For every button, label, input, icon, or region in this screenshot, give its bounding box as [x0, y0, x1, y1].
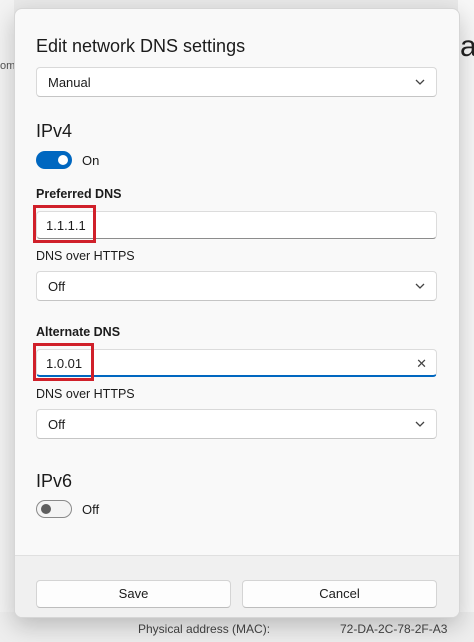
preferred-doh-label: DNS over HTTPS	[36, 249, 135, 263]
dns-mode-value: Manual	[48, 75, 91, 90]
ipv6-heading: IPv6	[36, 471, 73, 491]
chevron-down-icon	[415, 79, 425, 85]
save-button[interactable]: Save	[36, 580, 231, 608]
ipv4-toggle[interactable]	[36, 151, 72, 169]
background-window-left: om	[0, 0, 16, 642]
preferred-dns-label: Preferred DNS	[36, 187, 122, 201]
background-mac-value: 72-DA-2C-78-2F-A3	[340, 622, 448, 636]
chevron-down-icon	[415, 283, 425, 289]
chevron-down-icon	[415, 421, 425, 427]
cancel-button[interactable]: Cancel	[242, 580, 437, 608]
highlight-box-preferred	[33, 205, 96, 243]
dialog-footer: Save Cancel	[15, 555, 459, 617]
alternate-doh-value: Off	[48, 417, 66, 432]
alternate-doh-dropdown[interactable]: Off	[36, 409, 437, 439]
ipv6-toggle-label: Off	[82, 502, 100, 517]
ipv4-heading: IPv4	[36, 121, 73, 141]
preferred-dns-input[interactable]: 1.1.1.1	[36, 211, 437, 239]
preferred-doh-value: Off	[48, 279, 66, 294]
alternate-dns-input[interactable]: 1.0.01 ✕	[36, 349, 437, 377]
ipv4-toggle-label: On	[82, 153, 100, 168]
ipv6-toggle[interactable]	[36, 500, 72, 518]
toggle-knob	[41, 504, 51, 514]
dns-settings-dialog: Edit network DNS settings Manual IPv4 On…	[14, 8, 460, 618]
clear-icon[interactable]: ✕	[416, 356, 427, 372]
background-mac-label: Physical address (MAC):	[138, 622, 271, 636]
preferred-doh-dropdown[interactable]: Off	[36, 271, 437, 301]
highlight-box-alternate	[33, 343, 94, 381]
background-window-right: av	[458, 0, 474, 642]
toggle-knob	[58, 155, 68, 165]
background-text-fragment: om	[0, 60, 16, 72]
dns-mode-dropdown[interactable]: Manual	[36, 67, 437, 97]
alternate-dns-label: Alternate DNS	[36, 325, 121, 339]
background-title-fragment: av	[460, 30, 474, 63]
alternate-doh-label: DNS over HTTPS	[36, 387, 135, 401]
dialog-title: Edit network DNS settings	[36, 36, 246, 56]
